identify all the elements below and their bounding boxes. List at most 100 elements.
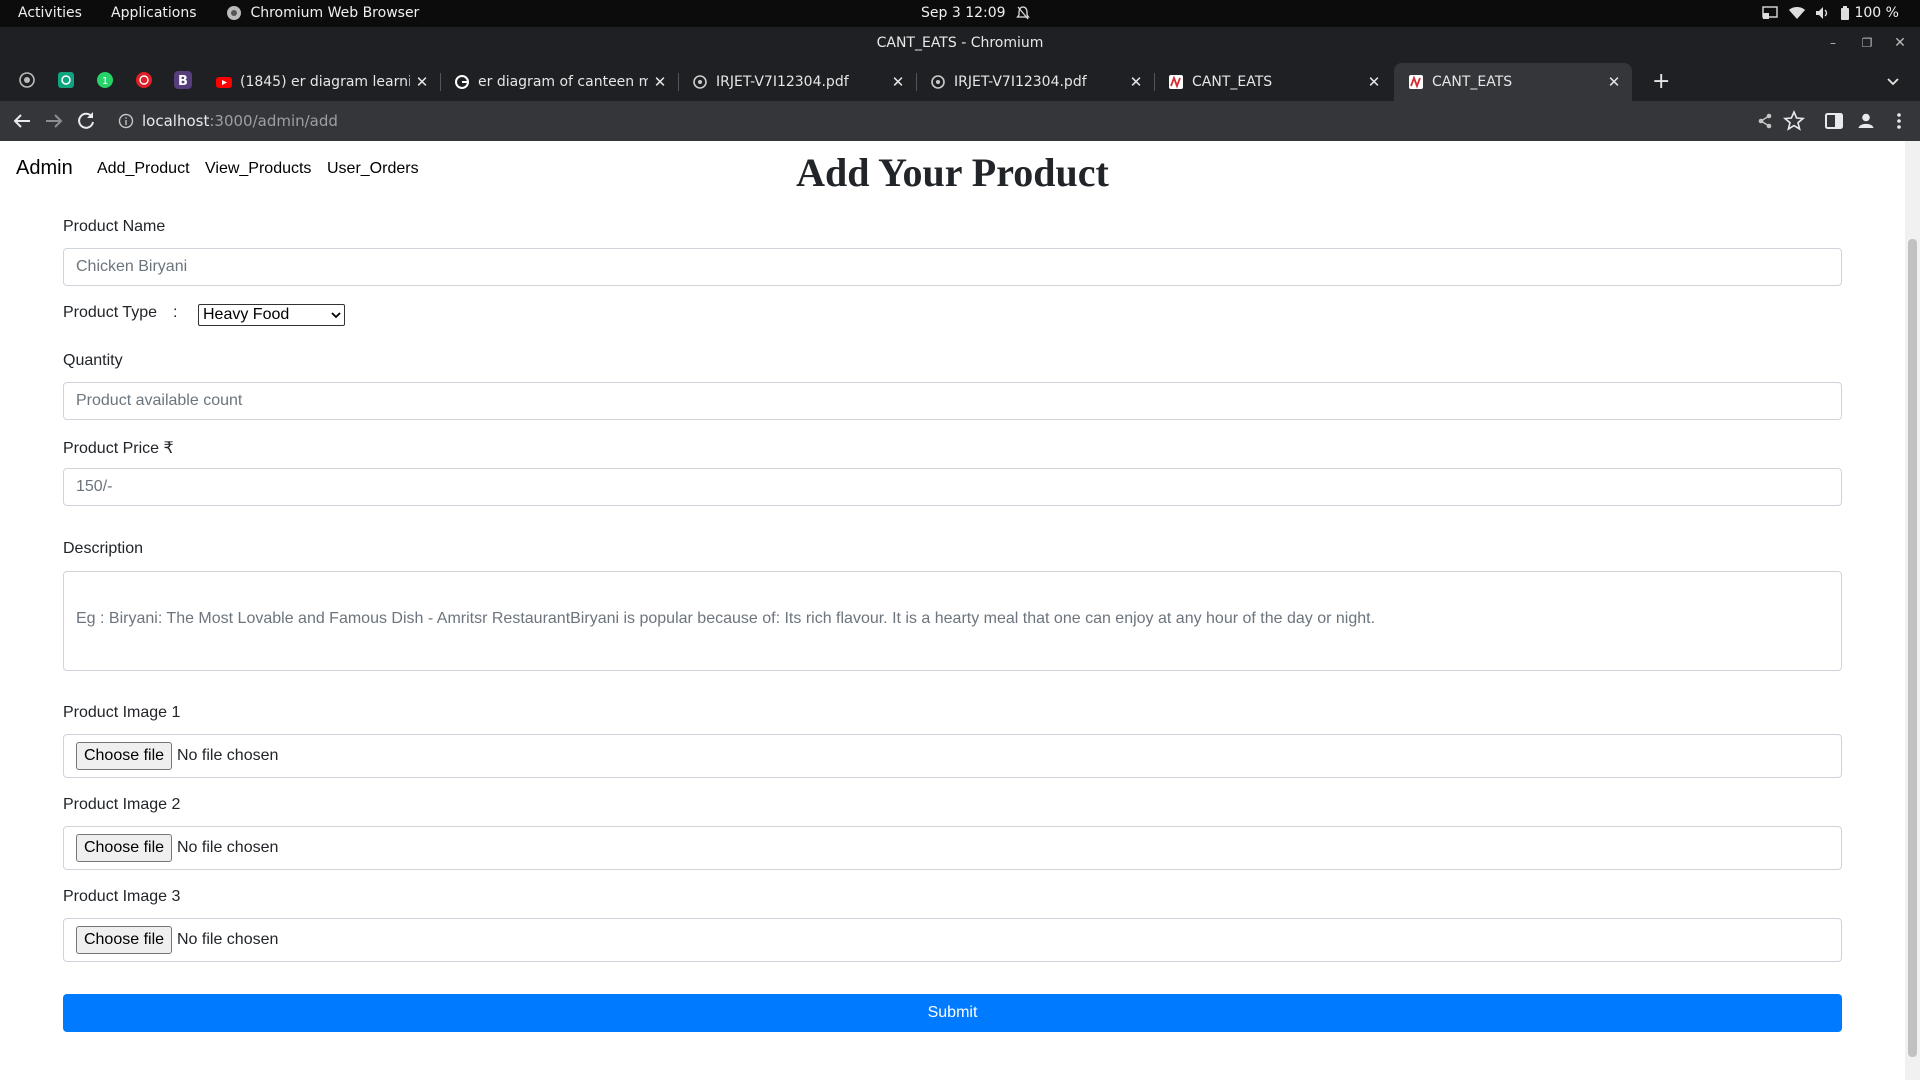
page-scrollbar[interactable] xyxy=(1905,141,1920,1080)
battery-percent: 100 % xyxy=(1854,5,1899,21)
product-type-label: Product Type xyxy=(63,304,157,321)
app-menu-label: Chromium Web Browser xyxy=(250,5,420,21)
choose-file-button[interactable]: Choose file xyxy=(76,926,172,954)
product-type-select[interactable]: Heavy Food xyxy=(198,304,345,326)
tab-close-icon[interactable]: ✕ xyxy=(1364,72,1384,92)
product-price-label: Product Price ₹ xyxy=(63,440,174,457)
tab-title: IRJET-V7I12304.pdf xyxy=(716,74,849,90)
plus-icon: + xyxy=(1652,69,1671,94)
quantity-label: Quantity xyxy=(63,352,123,369)
product-type-value: Heavy Food xyxy=(203,306,290,323)
product-image-1-input[interactable]: Choose file No file chosen xyxy=(63,734,1842,778)
tab-close-icon[interactable]: ✕ xyxy=(1604,72,1624,92)
tab-title: IRJET-V7I12304.pdf xyxy=(954,74,1087,90)
window-title: CANT_EATS - Chromium xyxy=(876,35,1044,51)
app-icon xyxy=(1409,75,1423,89)
nav-link-view-products[interactable]: View_Products xyxy=(205,160,311,178)
clock[interactable]: Sep 3 12:09 xyxy=(921,0,1006,27)
notification-bell-icon xyxy=(1016,0,1030,27)
product-image-2-label: Product Image 2 xyxy=(63,796,181,813)
tab-cant-eats-active[interactable]: CANT_EATS ✕ xyxy=(1394,63,1632,101)
share-icon[interactable] xyxy=(1756,112,1774,130)
new-tab-button[interactable]: + xyxy=(1648,65,1676,103)
product-image-1-label: Product Image 1 xyxy=(63,704,181,721)
product-name-input[interactable]: Chicken Biryani xyxy=(63,248,1842,286)
pinned-tab-whatsapp-icon[interactable]: 1 xyxy=(94,69,116,91)
browser-toolbar: localhost:3000/admin/add xyxy=(0,101,1920,141)
globe-icon xyxy=(931,75,945,89)
chromium-icon xyxy=(227,6,241,20)
screen-share-icon[interactable] xyxy=(1762,0,1778,27)
address-bar[interactable]: localhost:3000/admin/add xyxy=(108,105,1784,137)
tab-close-icon[interactable]: ✕ xyxy=(412,72,432,92)
globe-icon xyxy=(693,75,707,89)
quantity-placeholder: Product available count xyxy=(76,392,243,409)
tab-close-icon[interactable]: ✕ xyxy=(650,72,670,92)
window-title-bar: CANT_EATS - Chromium – ❐ ✕ xyxy=(0,27,1920,59)
file-status: No file chosen xyxy=(177,931,279,948)
battery-icon xyxy=(1841,5,1849,20)
minimize-button[interactable]: – xyxy=(1823,33,1843,53)
description-textarea[interactable]: Eg : Biryani: The Most Lovable and Famou… xyxy=(63,571,1842,671)
app-menu[interactable]: Chromium Web Browser xyxy=(226,0,419,27)
file-status: No file chosen xyxy=(177,747,279,764)
description-label: Description xyxy=(63,540,144,557)
forward-arrow-icon[interactable] xyxy=(42,109,66,133)
close-window-button[interactable]: ✕ xyxy=(1890,33,1910,53)
description-placeholder: Eg : Biryani: The Most Lovable and Famou… xyxy=(76,610,1376,627)
tab-title: CANT_EATS xyxy=(1192,74,1273,90)
reload-icon[interactable] xyxy=(74,109,98,133)
tab-pdf-1[interactable]: IRJET-V7I12304.pdf ✕ xyxy=(678,63,917,101)
url-path: :3000/admin/add xyxy=(209,112,338,130)
back-arrow-icon[interactable] xyxy=(10,109,34,133)
product-name-placeholder: Chicken Biryani xyxy=(76,258,188,275)
tab-youtube[interactable]: (1845) er diagram learning ✕ xyxy=(202,63,441,101)
product-image-2-input[interactable]: Choose file No file chosen xyxy=(63,826,1842,870)
tab-pdf-2[interactable]: IRJET-V7I12304.pdf ✕ xyxy=(916,63,1155,101)
bookmark-star-icon[interactable] xyxy=(1782,109,1806,133)
info-icon[interactable] xyxy=(118,113,134,129)
quantity-input[interactable]: Product available count xyxy=(63,382,1842,420)
wifi-icon[interactable] xyxy=(1789,0,1805,27)
svg-text:1: 1 xyxy=(102,76,108,87)
file-status: No file chosen xyxy=(177,839,279,856)
tab-google-search[interactable]: er diagram of canteen ma ✕ xyxy=(440,63,679,101)
tab-close-icon[interactable]: ✕ xyxy=(888,72,908,92)
applications-menu[interactable]: Applications xyxy=(111,0,197,27)
nav-link-add-product[interactable]: Add_Product xyxy=(97,160,190,178)
tab-title: er diagram of canteen ma xyxy=(478,74,648,90)
nav-link-user-orders[interactable]: User_Orders xyxy=(327,160,419,178)
volume-icon[interactable] xyxy=(1815,0,1831,27)
system-top-bar: Activities Applications Chromium Web Bro… xyxy=(0,0,1920,27)
activities-button[interactable]: Activities xyxy=(18,0,82,27)
youtube-icon xyxy=(216,77,232,88)
pinned-tab-target-icon[interactable] xyxy=(133,69,155,91)
tab-search-button[interactable] xyxy=(1880,65,1908,103)
product-price-input[interactable]: 150/- xyxy=(63,468,1842,506)
scrollbar-thumb[interactable] xyxy=(1908,239,1917,1057)
kebab-menu-icon[interactable] xyxy=(1887,109,1911,133)
tab-cant-eats[interactable]: CANT_EATS ✕ xyxy=(1154,63,1392,101)
chevron-down-icon xyxy=(331,312,341,319)
app-icon xyxy=(1169,75,1183,89)
choose-file-button[interactable]: Choose file xyxy=(76,742,172,770)
product-image-3-input[interactable]: Choose file No file chosen xyxy=(63,918,1842,962)
battery-indicator[interactable]: 100 % xyxy=(1840,0,1899,27)
profile-icon[interactable] xyxy=(1854,109,1878,133)
choose-file-button[interactable]: Choose file xyxy=(76,834,172,862)
pinned-tab-globe-icon[interactable] xyxy=(16,69,38,91)
restore-button[interactable]: ❐ xyxy=(1857,33,1877,53)
tab-strip: 1 B (1845) er diagram learning ✕ er diag… xyxy=(0,59,1920,101)
url-host: localhost xyxy=(142,112,210,130)
google-icon xyxy=(455,75,469,89)
submit-button[interactable]: Submit xyxy=(63,994,1842,1032)
product-price-placeholder: 150/- xyxy=(76,478,113,495)
tab-title: CANT_EATS xyxy=(1432,74,1513,90)
product-type-separator: : xyxy=(173,304,178,321)
side-panel-icon[interactable] xyxy=(1822,109,1846,133)
pinned-tab-chatgpt-icon[interactable] xyxy=(55,69,77,91)
tab-close-icon[interactable]: ✕ xyxy=(1126,72,1146,92)
url-text: localhost:3000/admin/add xyxy=(142,105,338,137)
navbar-brand[interactable]: Admin xyxy=(16,157,73,180)
pinned-tab-bootstrap-icon[interactable]: B xyxy=(172,69,194,91)
